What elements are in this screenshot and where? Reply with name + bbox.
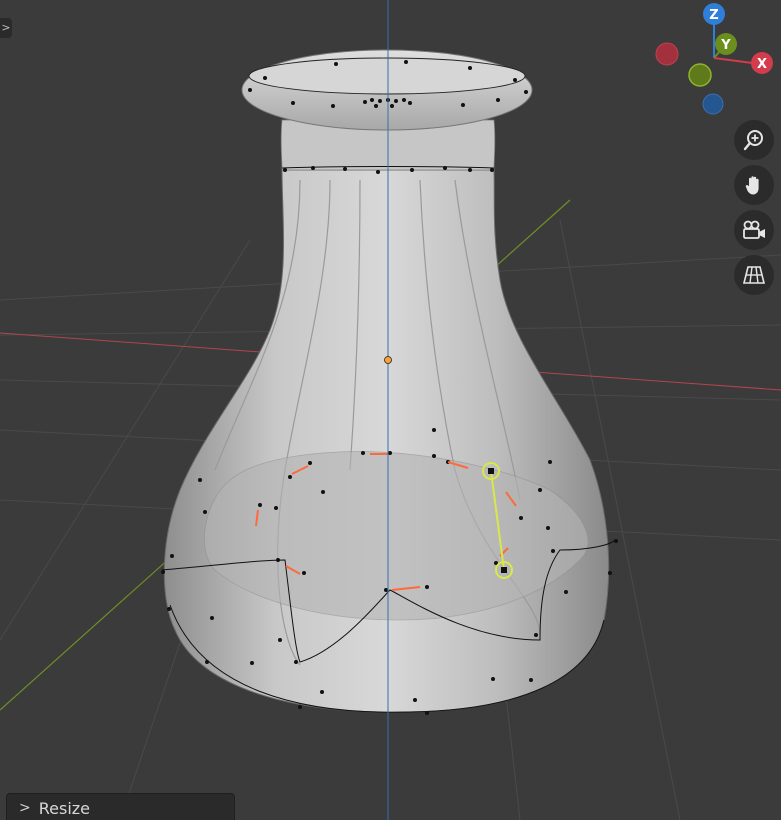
gizmo-y-label: Y <box>720 38 731 53</box>
pan-button[interactable] <box>734 165 774 205</box>
chevron-right-icon: > <box>19 800 31 816</box>
gizmo-y-axis[interactable]: Y <box>715 33 737 55</box>
gizmo-x-label: X <box>757 57 767 72</box>
operator-panel-label: Resize <box>38 798 90 818</box>
gizmo-neg-x[interactable] <box>655 42 679 66</box>
gizmo-x-axis[interactable]: X <box>751 52 773 74</box>
perspective-button[interactable] <box>734 255 774 295</box>
zoom-icon <box>743 130 763 151</box>
gizmo-neg-y[interactable] <box>688 63 712 87</box>
gizmo-z-label: Z <box>709 8 718 23</box>
vase-lip-top[interactable] <box>248 57 526 95</box>
operator-panel-resize[interactable]: > Resize <box>6 793 235 820</box>
viewport-scene[interactable] <box>0 0 781 820</box>
camera-icon <box>743 220 765 239</box>
navigation-gizmo[interactable]: Z Y X <box>650 0 780 120</box>
hand-icon <box>745 176 759 195</box>
vase-body[interactable] <box>163 169 610 713</box>
object-origin[interactable] <box>384 356 392 364</box>
vase-mesh[interactable] <box>161 49 618 715</box>
grid-icon <box>742 266 766 284</box>
camera-button[interactable] <box>734 210 774 250</box>
gizmo-z-axis[interactable]: Z <box>703 3 725 25</box>
3d-viewport[interactable]: > Z Y X > Resize <box>0 0 781 820</box>
gizmo-neg-z[interactable] <box>702 93 724 115</box>
sidebar-toggle[interactable]: > <box>0 18 12 38</box>
zoom-button[interactable] <box>734 120 774 160</box>
